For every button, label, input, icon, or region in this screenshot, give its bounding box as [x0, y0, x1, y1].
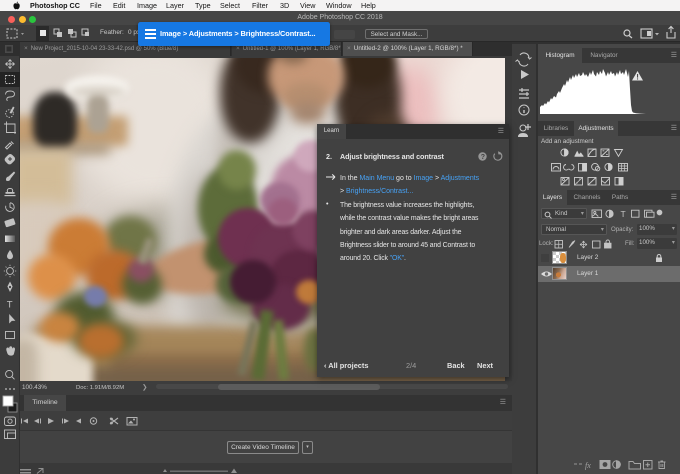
svg-text:T: T — [621, 209, 626, 219]
svg-text:?: ? — [481, 154, 485, 161]
svg-text:fx: fx — [585, 461, 591, 470]
svg-text:T: T — [7, 300, 13, 311]
